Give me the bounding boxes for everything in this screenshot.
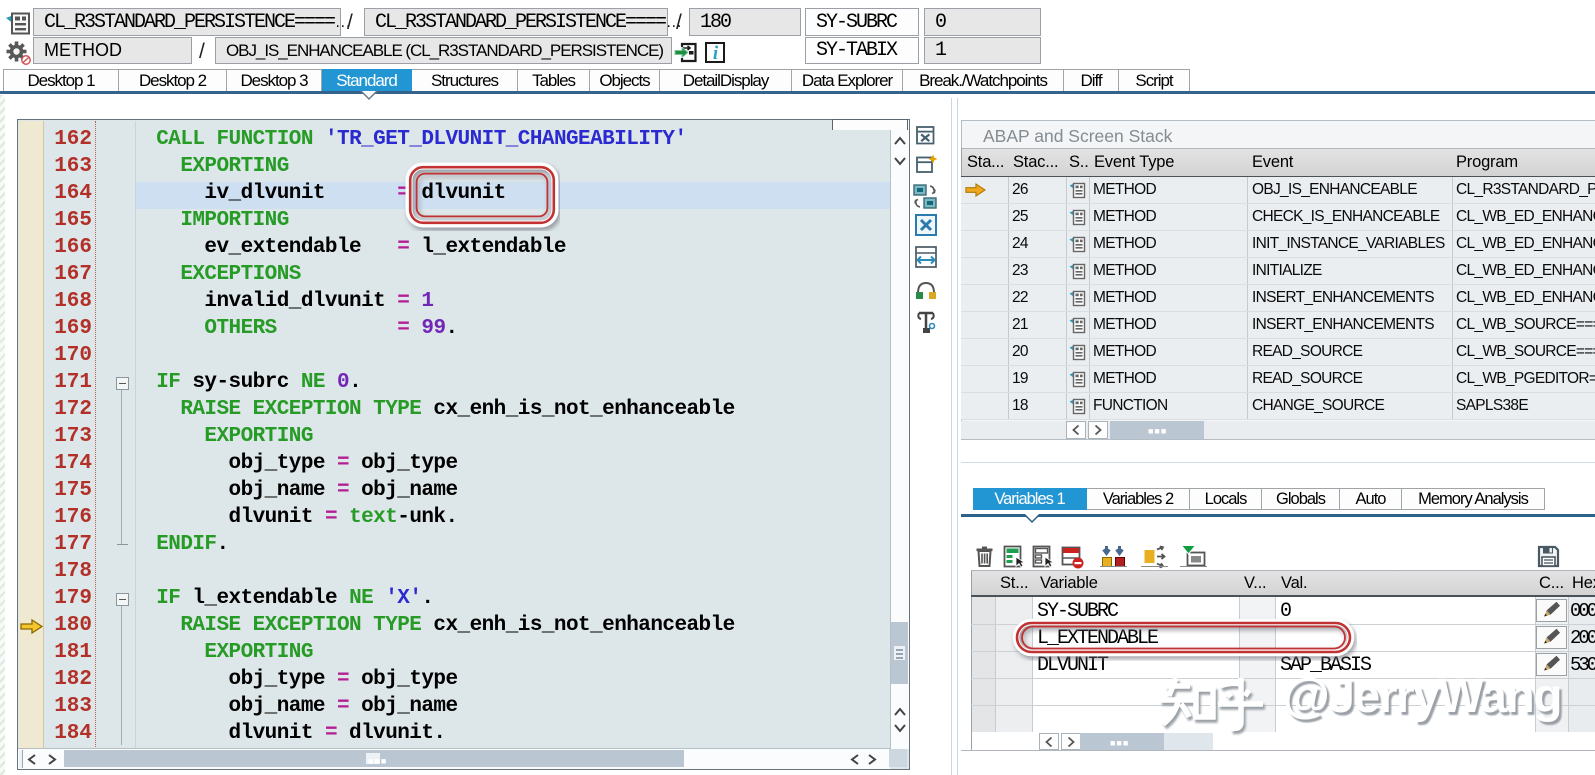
svg-text:i: i	[713, 43, 719, 63]
